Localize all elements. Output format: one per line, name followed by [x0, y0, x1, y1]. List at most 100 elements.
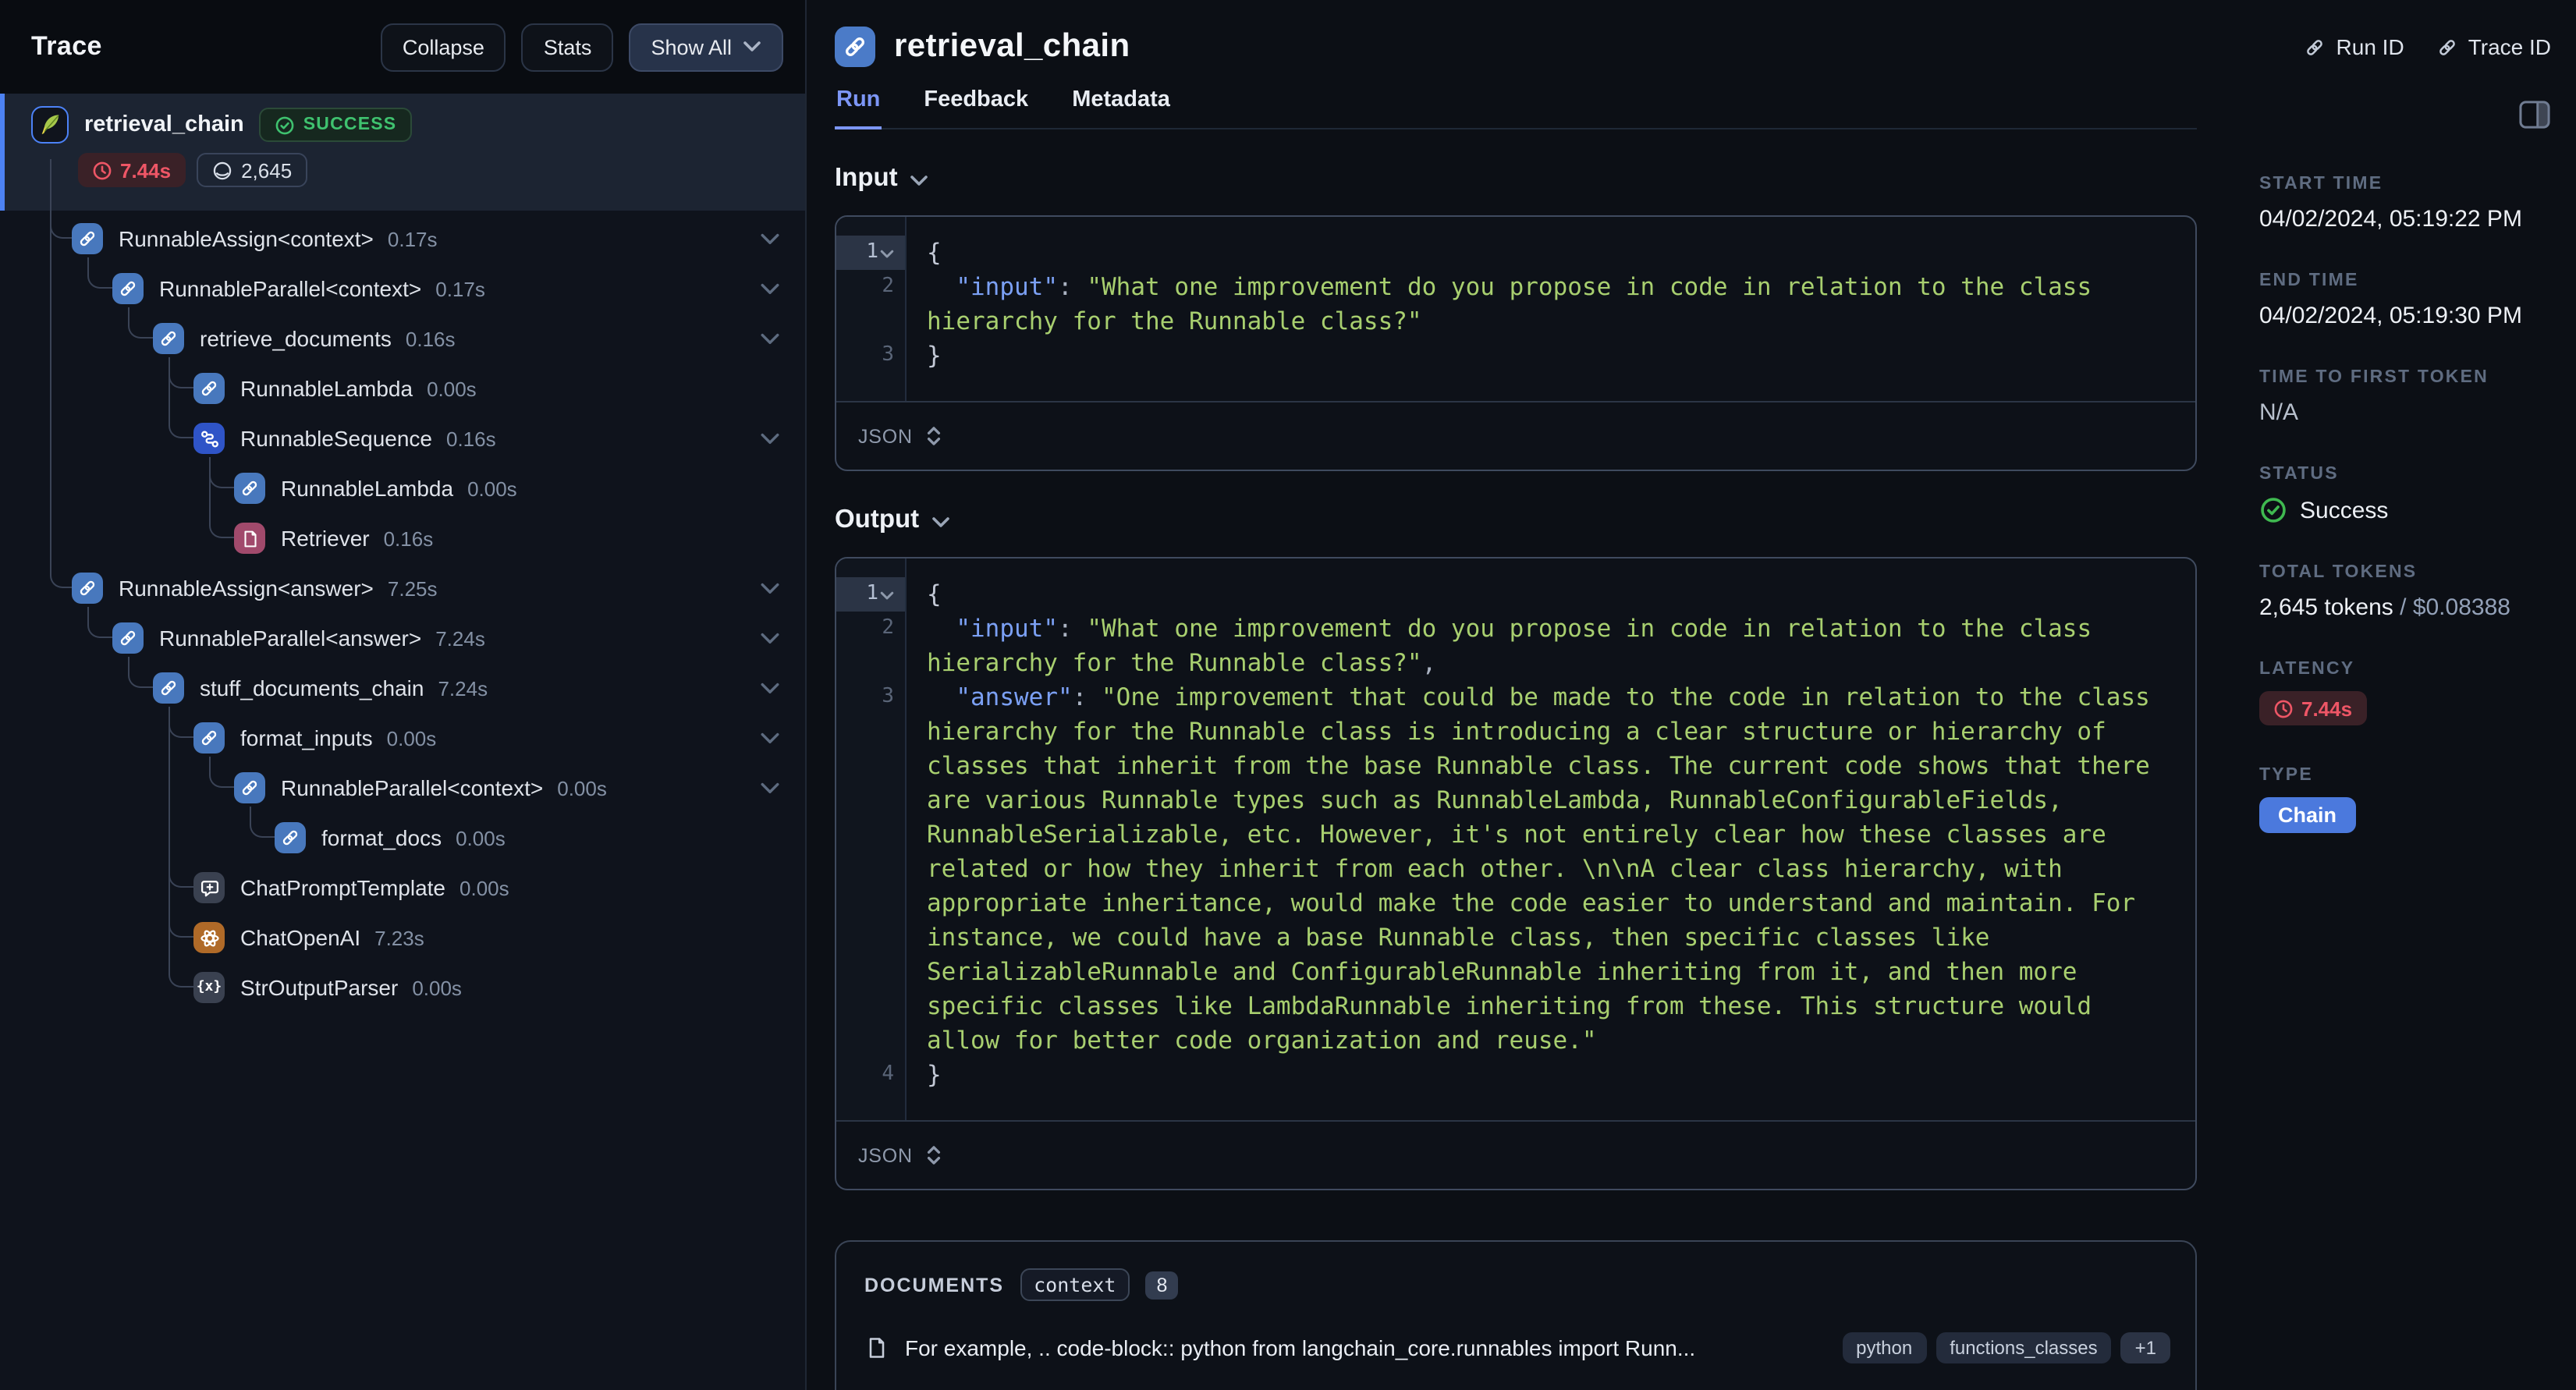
tree-row-retriever[interactable]: Retriever 0.16s	[0, 513, 805, 563]
tree-row-duration: 0.16s	[446, 427, 496, 450]
chevron-down-icon[interactable]	[760, 282, 780, 296]
tree-row-runnableparallel-context-[interactable]: RunnableParallel<context> 0.17s	[0, 264, 805, 314]
tree-row-duration: 0.16s	[405, 327, 456, 350]
code-text: }	[927, 342, 942, 370]
tab-metadata[interactable]: Metadata	[1070, 78, 1172, 129]
chevron-down-icon[interactable]	[760, 232, 780, 246]
run-id-button[interactable]: Run ID	[2304, 34, 2404, 59]
trace-id-button[interactable]: Trace ID	[2436, 34, 2551, 59]
chevron-down-icon	[910, 174, 929, 186]
chevron-down-icon[interactable]	[760, 681, 780, 695]
tree-row-runnableassign-context-[interactable]: RunnableAssign<context> 0.17s	[0, 214, 805, 264]
tree-row-runnablesequence[interactable]: RunnableSequence 0.16s	[0, 413, 805, 463]
output-code-block: 1{2 "input": "What one improvement do yo…	[835, 557, 2197, 1190]
chevron-down-icon[interactable]	[760, 431, 780, 445]
code-line: 2 "input": "What one improvement do you …	[836, 270, 2195, 339]
chevron-down-icon[interactable]	[760, 332, 780, 346]
tree-row-label: ChatPromptTemplate	[240, 875, 446, 900]
output-section-toggle[interactable]: Output	[835, 505, 2197, 535]
status-badge: SUCCESS	[259, 108, 413, 142]
document-row[interactable]: For example, .. code-block:: python from…	[836, 1317, 2195, 1379]
tab-run[interactable]: Run	[835, 78, 882, 129]
collapse-button[interactable]: Collapse	[380, 23, 506, 71]
tree-row-runnablelambda[interactable]: RunnableLambda 0.00s	[0, 363, 805, 413]
document-tag: python	[1842, 1332, 1927, 1363]
trace-panel-title: Trace	[31, 31, 102, 61]
tree-row-runnablelambda[interactable]: RunnableLambda 0.00s	[0, 463, 805, 513]
tree-row-label: format_docs	[321, 825, 442, 850]
code-line: 3 "answer": "One improvement that could …	[836, 680, 2195, 1058]
input-code-block: 1{2 "input": "What one improvement do yo…	[835, 215, 2197, 471]
tree-row-runnableparallel-answer-[interactable]: RunnableParallel<answer> 7.24s	[0, 613, 805, 663]
meta-field-latency: LATENCY 7.44s	[2259, 660, 2554, 726]
chain-icon	[112, 622, 144, 654]
page-title: retrieval_chain	[894, 28, 1130, 64]
more-tags-badge[interactable]: +1	[2120, 1332, 2170, 1363]
code-line: 3}	[836, 339, 2195, 373]
line-number: 4	[882, 1062, 894, 1086]
line-number: 1	[836, 577, 905, 612]
input-format-select[interactable]: JSON	[836, 401, 2195, 470]
chevron-down-icon[interactable]	[760, 781, 780, 795]
trace-root-label: retrieval_chain	[84, 112, 244, 137]
tree-row-label: RunnableAssign<answer>	[119, 576, 374, 601]
tree-row-format-inputs[interactable]: format_inputs 0.00s	[0, 713, 805, 763]
tree-row-duration: 0.00s	[459, 876, 509, 899]
fold-chevron-icon[interactable]	[880, 577, 894, 612]
meta-value: N/A	[2259, 399, 2299, 426]
panel-toggle-icon[interactable]	[2518, 100, 2551, 129]
documents-label: DOCUMENTS	[864, 1274, 1005, 1296]
link-icon	[2304, 35, 2327, 59]
tree-row-duration: 0.00s	[386, 726, 437, 750]
code-line: 1{	[836, 577, 2195, 612]
tree-row-duration: 0.17s	[435, 277, 485, 300]
fold-chevron-icon[interactable]	[880, 236, 894, 270]
documents-panel: DOCUMENTS context 8 For example, .. code…	[835, 1240, 2197, 1390]
stats-button[interactable]: Stats	[521, 23, 614, 71]
chain-icon	[153, 672, 184, 704]
meta-label: LATENCY	[2259, 660, 2355, 679]
tab-feedback[interactable]: Feedback	[922, 78, 1030, 129]
tokens-badge: 2,645	[196, 153, 308, 187]
tree-row-label: stuff_documents_chain	[200, 675, 424, 700]
run-header: retrieval_chain	[835, 0, 2197, 72]
chain-icon	[234, 772, 265, 803]
tree-row-label: RunnableLambda	[281, 476, 454, 501]
line-number: 1	[836, 236, 905, 270]
chevron-down-icon	[743, 41, 761, 53]
meta-field-type: TYPE Chain	[2259, 765, 2554, 832]
meta-label: TIME TO FIRST TOKEN	[2259, 368, 2489, 387]
type-badge: Chain	[2259, 796, 2356, 832]
meta-label: END TIME	[2259, 271, 2359, 290]
chevron-down-icon[interactable]	[760, 731, 780, 745]
tree-row-chatopenai[interactable]: ChatOpenAI 7.23s	[0, 913, 805, 963]
updown-icon	[925, 1144, 942, 1167]
line-number: 2	[882, 275, 894, 298]
meta-field-time-to-first-token: TIME TO FIRST TOKEN N/A	[2259, 368, 2554, 426]
meta-value: Success	[2259, 496, 2554, 524]
meta-label: START TIME	[2259, 175, 2383, 193]
tree-row-chatprompttemplate[interactable]: ChatPromptTemplate 0.00s	[0, 863, 805, 913]
chevron-down-icon[interactable]	[760, 581, 780, 595]
langsmith-trace-view: Trace Collapse Stats Show All retrieval_…	[0, 0, 2576, 1390]
tree-row-stroutputparser[interactable]: {x} StrOutputParser 0.00s	[0, 963, 805, 1012]
token-coin-icon	[211, 160, 232, 180]
tree-row-label: StrOutputParser	[240, 975, 399, 1000]
input-section-toggle[interactable]: Input	[835, 164, 2197, 193]
tree-row-retrieve-documents[interactable]: retrieve_documents 0.16s	[0, 314, 805, 363]
tree-row-runnableparallel-context-[interactable]: RunnableParallel<context> 0.00s	[0, 763, 805, 813]
show-all-dropdown[interactable]: Show All	[629, 23, 783, 71]
tab-bar: Run Feedback Metadata	[835, 78, 2197, 129]
trace-root-row[interactable]: retrieval_chain SUCCESS 7.44s 2,645	[0, 94, 805, 211]
tree-row-duration: 7.23s	[374, 926, 424, 949]
meta-value: 2,645 tokens / $0.08388	[2259, 594, 2510, 621]
meta-field-end-time: END TIME 04/02/2024, 05:19:30 PM	[2259, 271, 2554, 329]
tree-row-stuff-documents-chain[interactable]: stuff_documents_chain 7.24s	[0, 663, 805, 713]
tree-row-duration: 0.00s	[557, 776, 607, 800]
tree-row-runnableassign-answer-[interactable]: RunnableAssign<answer> 7.25s	[0, 563, 805, 613]
tree-row-format-docs[interactable]: format_docs 0.00s	[0, 813, 805, 863]
output-format-select[interactable]: JSON	[836, 1120, 2195, 1189]
tree-row-duration: 0.00s	[427, 377, 477, 400]
chevron-down-icon[interactable]	[760, 631, 780, 645]
meta-value: 04/02/2024, 05:19:30 PM	[2259, 303, 2522, 329]
